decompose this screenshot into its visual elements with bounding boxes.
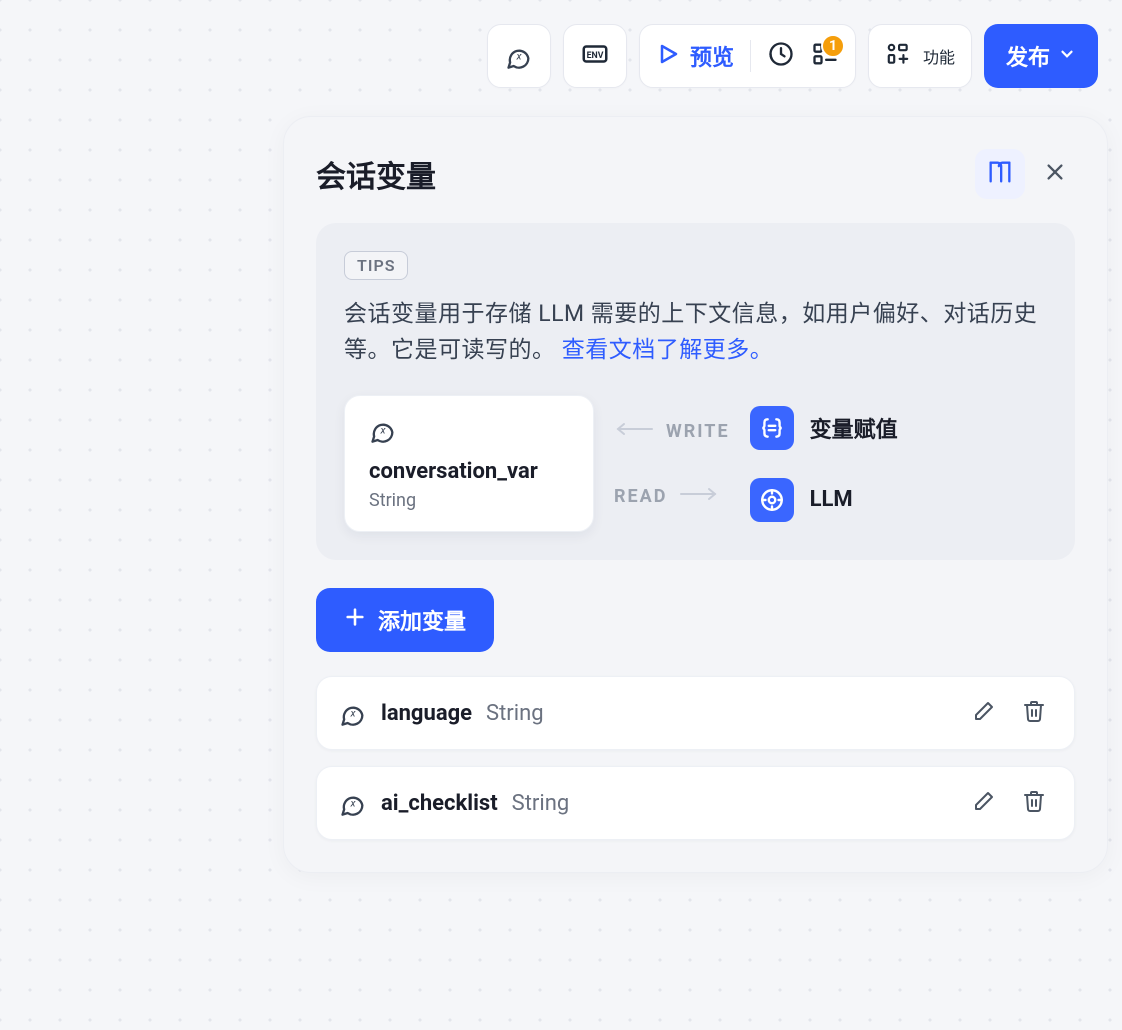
book-icon	[986, 158, 1014, 190]
tips-text: 会话变量用于存储 LLM 需要的上下文信息，如用户偏好、对话历史等。它是可读写的…	[344, 296, 1047, 367]
variable-type: String	[486, 701, 544, 726]
panel-actions	[975, 149, 1075, 199]
variable-name: language	[381, 701, 472, 726]
publish-label: 发布	[1006, 40, 1050, 72]
features-icon	[885, 41, 911, 71]
delete-button[interactable]	[1016, 695, 1052, 731]
plus-icon	[344, 606, 366, 634]
panel-header: 会话变量	[316, 149, 1075, 199]
svg-text:x: x	[349, 707, 356, 720]
separator	[750, 40, 751, 72]
variable-type: String	[512, 791, 570, 816]
chevron-down-icon	[1058, 43, 1076, 69]
checklist-badge: 1	[821, 34, 845, 58]
conversation-var-button[interactable]: x	[487, 24, 551, 88]
svg-text:x: x	[515, 50, 522, 63]
run-group: 预览 1	[639, 24, 856, 88]
trash-icon	[1022, 789, 1046, 817]
features-button[interactable]: 功能	[868, 24, 972, 88]
close-icon	[1044, 161, 1066, 187]
read-target-label: LLM	[810, 487, 853, 512]
write-target-label: 变量赋值	[810, 412, 898, 444]
edit-button[interactable]	[966, 695, 1002, 731]
play-icon	[656, 42, 680, 70]
close-button[interactable]	[1035, 154, 1075, 194]
read-target-row: LLM	[750, 478, 898, 522]
conversation-var-icon: x	[339, 789, 367, 817]
add-variable-button[interactable]: 添加变量	[316, 588, 494, 652]
svg-text:ENV: ENV	[587, 51, 604, 61]
llm-icon	[750, 478, 794, 522]
preview-label: 预览	[690, 40, 734, 72]
env-button[interactable]: ENV	[563, 24, 627, 88]
pencil-icon	[972, 789, 996, 817]
diagram-variable-chip: x conversation_var String	[344, 395, 594, 532]
conversation-var-icon: x	[369, 416, 397, 444]
variable-name: ai_checklist	[381, 791, 498, 816]
pencil-icon	[972, 699, 996, 727]
write-target-row: 变量赋值	[750, 406, 898, 450]
top-toolbar: x ENV 预览 1 功能	[487, 24, 1098, 88]
read-arrow-row: READ	[614, 486, 730, 507]
tips-diagram: x conversation_var String WRITE READ	[344, 395, 1047, 532]
arrow-right-icon	[679, 486, 719, 506]
svg-text:x: x	[349, 797, 356, 810]
diagram-targets: 变量赋值 LLM	[750, 406, 898, 522]
env-icon: ENV	[580, 39, 610, 73]
preview-button[interactable]: 预览	[656, 40, 734, 72]
docs-button[interactable]	[975, 149, 1025, 199]
assign-icon	[750, 406, 794, 450]
features-label: 功能	[923, 44, 955, 68]
write-label: WRITE	[666, 421, 730, 442]
conversation-var-icon: x	[339, 699, 367, 727]
delete-button[interactable]	[1016, 785, 1052, 821]
panel-title: 会话变量	[316, 152, 436, 196]
tips-doc-link[interactable]: 查看文档了解更多。	[562, 336, 774, 363]
checklist-button[interactable]: 1	[811, 40, 839, 72]
arrow-left-icon	[614, 421, 654, 441]
history-icon	[767, 40, 795, 72]
add-variable-label: 添加变量	[378, 604, 466, 636]
conversation-var-icon: x	[505, 42, 533, 70]
write-arrow-row: WRITE	[614, 421, 730, 442]
diagram-var-type: String	[369, 490, 569, 511]
svg-text:x: x	[379, 424, 386, 437]
diagram-arrows: WRITE READ	[614, 421, 730, 507]
diagram-var-name: conversation_var	[369, 459, 569, 484]
variable-list: x language String x ai_checklist String	[316, 676, 1075, 840]
tips-card: TIPS 会话变量用于存储 LLM 需要的上下文信息，如用户偏好、对话历史等。它…	[316, 223, 1075, 560]
history-button[interactable]	[767, 40, 795, 72]
edit-button[interactable]	[966, 785, 1002, 821]
variable-row[interactable]: x ai_checklist String	[316, 766, 1075, 840]
tips-badge: TIPS	[344, 251, 408, 280]
trash-icon	[1022, 699, 1046, 727]
variable-row[interactable]: x language String	[316, 676, 1075, 750]
publish-button[interactable]: 发布	[984, 24, 1098, 88]
conversation-variables-panel: 会话变量 TIPS 会话变量用于存储 LLM 需要的上下文信息，如用户偏好、对话…	[283, 116, 1108, 873]
read-label: READ	[614, 486, 667, 507]
